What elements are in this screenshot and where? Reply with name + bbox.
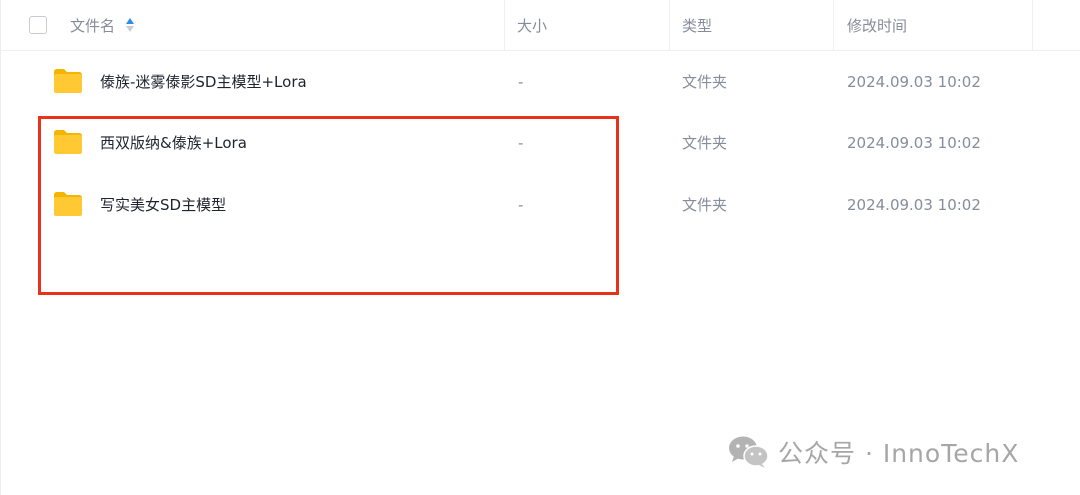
file-modified: 2024.09.03 10:02	[847, 195, 981, 214]
select-all-checkbox[interactable]	[29, 16, 47, 34]
column-modified-label: 修改时间	[847, 17, 908, 35]
file-modified: 2024.09.03 10:02	[847, 133, 981, 152]
column-divider	[833, 0, 834, 51]
column-type-label: 类型	[682, 17, 713, 35]
sort-icon[interactable]	[125, 17, 135, 34]
watermark-text: 公众号 · InnoTechX	[778, 439, 1020, 468]
column-header-name[interactable]: 文件名	[70, 0, 135, 51]
file-list-header: 文件名 大小 类型 修改时间	[0, 0, 1080, 51]
column-divider	[504, 0, 505, 51]
file-name[interactable]: 傣族-迷雾傣影SD主模型+Lora	[100, 51, 307, 112]
column-header-size[interactable]: 大小	[517, 0, 547, 51]
column-header-type[interactable]: 类型	[682, 0, 712, 51]
file-size: -	[518, 72, 524, 91]
file-type: 文件夹	[682, 196, 728, 214]
wechat-icon	[729, 436, 769, 468]
highlight-box	[38, 116, 619, 295]
column-divider	[669, 0, 670, 51]
column-divider	[1032, 0, 1033, 51]
folder-icon	[54, 69, 82, 93]
file-type: 文件夹	[682, 134, 728, 152]
file-type: 文件夹	[682, 73, 728, 91]
file-row[interactable]: 傣族-迷雾傣影SD主模型+Lora - 文件夹 2024.09.03 10:02	[0, 51, 1080, 112]
column-header-modified[interactable]: 修改时间	[847, 0, 907, 51]
column-name-label: 文件名	[70, 17, 116, 35]
column-size-label: 大小	[517, 17, 548, 35]
watermark: 公众号 · InnoTechX	[728, 434, 1019, 470]
file-modified: 2024.09.03 10:02	[847, 72, 981, 91]
